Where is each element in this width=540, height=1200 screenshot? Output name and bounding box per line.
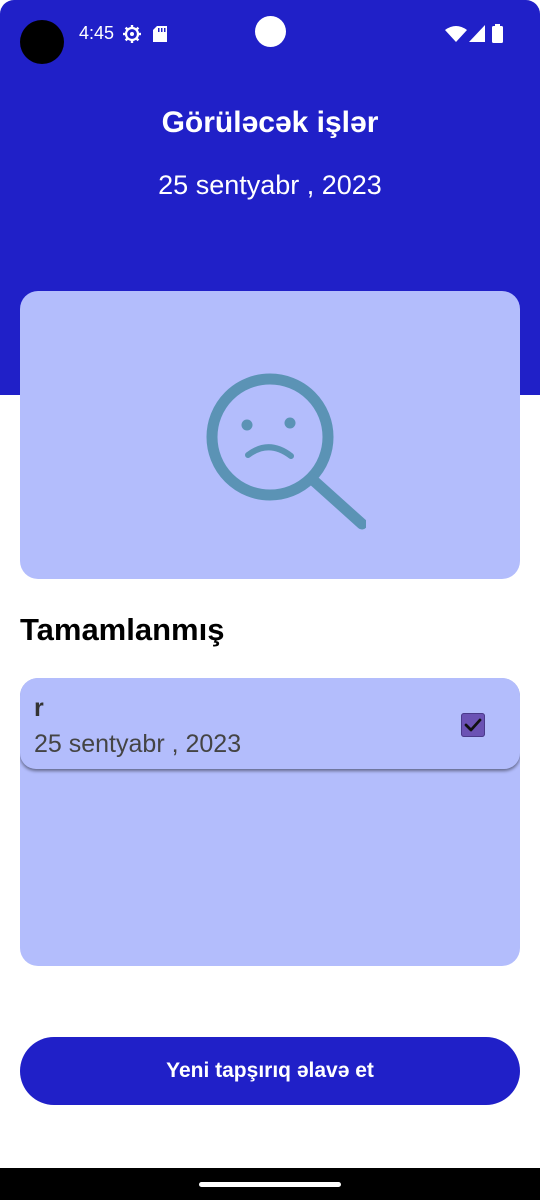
task-name: r	[34, 694, 44, 722]
signal-icon	[469, 25, 485, 42]
task-checkbox[interactable]	[461, 713, 485, 737]
battery-icon	[492, 24, 503, 43]
sd-card-icon	[153, 26, 167, 42]
gear-icon	[123, 25, 141, 43]
navigation-bar	[0, 1168, 540, 1200]
header-date: 25 sentyabr , 2023	[158, 170, 382, 200]
front-camera	[255, 16, 286, 47]
wifi-icon	[445, 26, 467, 42]
sad-search-icon	[206, 373, 366, 530]
completed-section-title: Tamamlanmış	[20, 612, 225, 647]
home-handle[interactable]	[199, 1182, 341, 1187]
add-task-button[interactable]: Yeni tapşırıq əlavə et	[20, 1037, 520, 1105]
status-time: 4:45	[79, 23, 115, 43]
empty-tasks-card	[20, 291, 520, 579]
page-title: Görüləcək işlər	[161, 106, 379, 139]
status-bar: 4:45	[0, 0, 540, 66]
camera-cutout	[20, 20, 64, 64]
completed-task-item[interactable]: r 25 sentyabr , 2023	[20, 678, 520, 769]
task-date: 25 sentyabr , 2023	[34, 730, 242, 758]
completed-tasks-list[interactable]: r 25 sentyabr , 2023	[20, 678, 520, 966]
checkmark-icon	[464, 718, 482, 732]
